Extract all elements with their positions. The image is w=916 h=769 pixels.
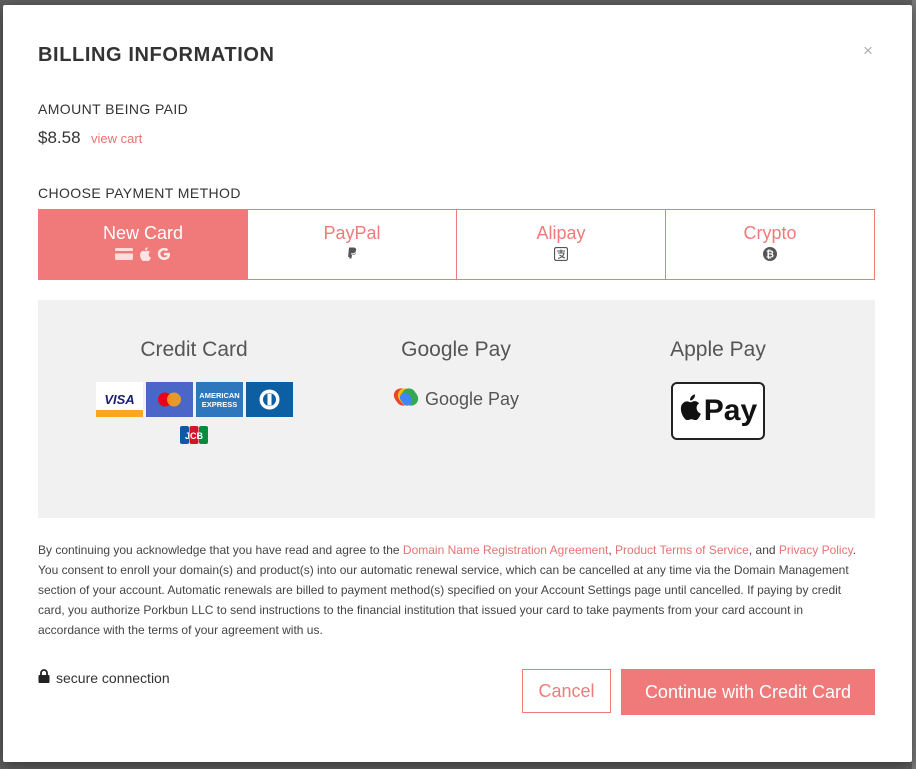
amount-value: $8.58 <box>38 128 81 147</box>
legal-text-part: , and <box>748 543 779 557</box>
privacy-policy-link[interactable]: Privacy Policy <box>779 543 853 557</box>
legal-text: By continuing you acknowledge that you h… <box>38 540 868 640</box>
visa-text: VISA <box>104 392 134 407</box>
jcb-logo: JCB <box>171 423 218 447</box>
apple-pay-title: Apple Pay <box>670 338 766 361</box>
apple-pay-option[interactable]: Apple Pay Pay <box>618 338 818 440</box>
visa-logo: VISA <box>95 382 143 417</box>
tab-crypto[interactable]: Crypto ₿ <box>665 209 875 280</box>
apple-logo-icon <box>679 394 701 428</box>
terms-of-service-link[interactable]: Product Terms of Service <box>615 543 749 557</box>
svg-text:₿: ₿ <box>766 248 774 260</box>
tab-paypal[interactable]: PayPal <box>247 209 457 280</box>
tab-new-card[interactable]: New Card <box>38 209 248 280</box>
google-pay-badge: Google Pay <box>356 386 556 413</box>
google-pay-title: Google Pay <box>401 338 511 361</box>
registration-agreement-link[interactable]: Domain Name Registration Agreement <box>403 543 608 557</box>
credit-card-icon <box>115 247 133 265</box>
tab-label: New Card <box>102 223 184 243</box>
amex-logo: AMERICAN EXPRESS <box>195 382 243 417</box>
lock-icon <box>38 669 50 686</box>
amount-label: AMOUNT BEING PAID <box>38 101 189 117</box>
google-pay-option[interactable]: Google Pay Google Pay <box>356 338 556 413</box>
payment-method-tabs: New Card PayPal Alipay Crypto ₿ <box>38 209 875 280</box>
google-icon <box>157 247 171 266</box>
legal-text-part: . You consent to enroll your domain(s) a… <box>38 543 857 637</box>
secure-connection: secure connection <box>38 669 170 686</box>
view-cart-link[interactable]: view cart <box>91 131 142 146</box>
tab-label: Alipay <box>536 223 586 243</box>
tab-alipay[interactable]: Alipay <box>456 209 666 280</box>
secure-connection-text: secure connection <box>56 669 170 686</box>
bitcoin-icon: ₿ <box>763 246 777 266</box>
cancel-button[interactable]: Cancel <box>522 669 611 713</box>
google-pay-text: Google Pay <box>424 389 520 409</box>
billing-modal: BILLING INFORMATION × AMOUNT BEING PAID … <box>3 5 912 762</box>
alipay-icon <box>553 246 569 266</box>
credit-card-title: Credit Card <box>140 338 248 361</box>
payment-methods-panel: Credit Card VISA AMERICAN EXPRESS JCB Go… <box>38 300 875 518</box>
svg-text:JCB: JCB <box>185 431 204 441</box>
background-page-right <box>912 0 916 769</box>
google-pay-icon <box>393 386 419 413</box>
credit-card-option[interactable]: Credit Card VISA AMERICAN EXPRESS JCB <box>94 338 294 447</box>
apple-icon <box>139 246 151 266</box>
svg-text:AMERICAN: AMERICAN <box>199 391 239 400</box>
legal-text-part: By continuing you acknowledge that you h… <box>38 543 403 557</box>
paypal-icon <box>346 247 358 265</box>
svg-text:EXPRESS: EXPRESS <box>201 400 236 409</box>
payment-method-label: CHOOSE PAYMENT METHOD <box>38 185 241 201</box>
tab-label: Crypto <box>743 223 797 243</box>
apple-pay-badge: Pay <box>671 382 765 440</box>
mastercard-logo <box>145 382 193 417</box>
modal-title: BILLING INFORMATION <box>38 44 275 66</box>
close-icon[interactable]: × <box>863 41 873 61</box>
continue-button[interactable]: Continue with Credit Card <box>621 669 875 715</box>
diners-logo <box>245 382 293 417</box>
apple-pay-text: Pay <box>703 394 758 427</box>
tab-label: PayPal <box>323 223 381 243</box>
